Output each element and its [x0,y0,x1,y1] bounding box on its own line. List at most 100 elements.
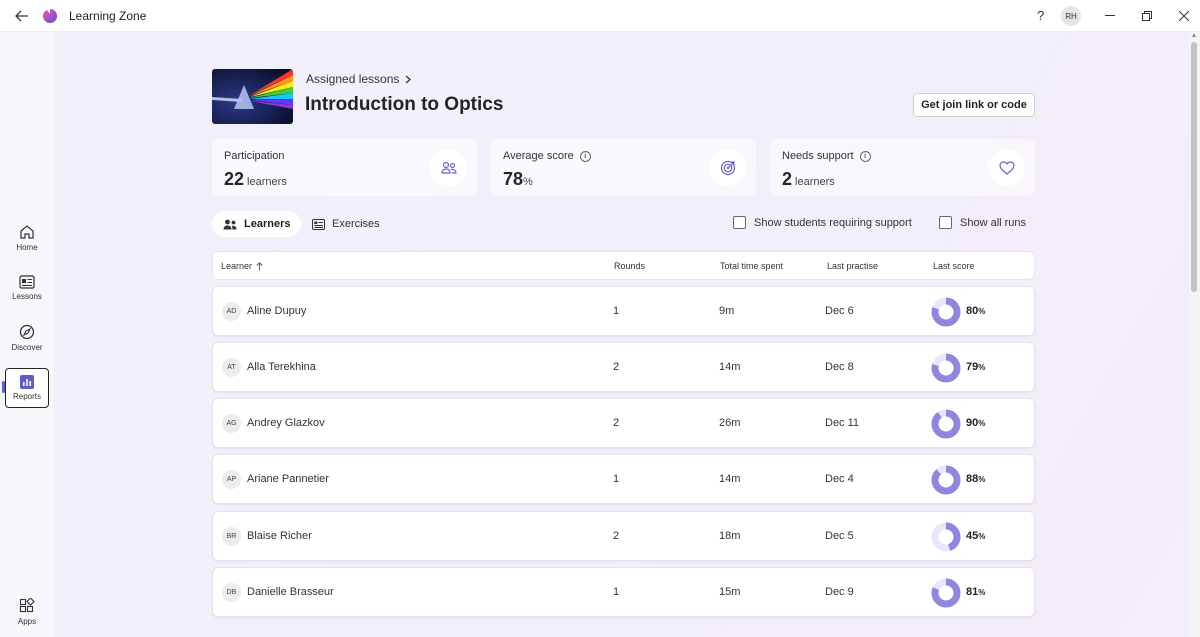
scroll-up-icon[interactable]: ▲ [1191,33,1197,39]
rounds-cell: 2 [613,417,620,429]
score-donut-chart [931,465,961,495]
stat-unit: learners [247,176,287,188]
score-number: 81 [966,586,979,598]
sidebar-item-label: Home [16,243,38,252]
time-cell: 14m [719,473,741,485]
stat-label-text: Participation [224,150,285,162]
score-unit: % [978,419,986,428]
last-practise-cell: Dec 6 [825,305,854,317]
restore-button[interactable] [1135,6,1159,26]
help-button[interactable]: ? [1037,8,1044,23]
table-row[interactable]: AD Aline Dupuy 1 9m Dec 6 80% [212,286,1035,336]
scrollbar[interactable]: ▲ [1189,32,1200,637]
filter-requiring-support[interactable]: Show students requiring support [733,216,912,229]
score-value: 81% [966,586,985,598]
checkbox[interactable] [733,216,746,229]
donut-center [938,472,954,488]
user-avatar[interactable]: RH [1061,6,1081,26]
exercises-icon [312,218,325,230]
column-header-rounds[interactable]: Rounds [614,261,645,271]
rounds-cell: 2 [613,361,620,373]
learner-name: Blaise Richer [247,530,312,542]
app-logo-icon [42,8,58,24]
checkbox[interactable] [939,216,952,229]
get-join-link-button[interactable]: Get join link or code [913,93,1035,117]
sidebar-item-lessons[interactable]: Lessons [5,268,49,308]
table-row[interactable]: AP Ariane Pannetier 1 14m Dec 4 88% [212,454,1035,504]
sidebar-item-home[interactable]: Home [5,218,49,258]
sort-ascending-icon [256,261,263,270]
table-row[interactable]: AG Andrey Glazkov 2 26m Dec 11 90% [212,398,1035,448]
table-row[interactable]: BR Blaise Richer 2 18m Dec 5 45% [212,511,1035,561]
filter-show-all-runs[interactable]: Show all runs [939,216,1026,229]
time-cell: 26m [719,417,741,429]
score-donut-chart [931,353,961,383]
score-number: 45 [966,530,979,542]
stat-number: 22 [224,169,245,189]
page-title: Introduction to Optics [305,94,504,115]
learner-avatar: DB [222,583,241,602]
sidebar-item-reports[interactable]: Reports [5,368,49,408]
sidebar: Home Lessons Discover Reports Apps [0,32,54,637]
app-title: Learning Zone [69,9,147,23]
rounds-cell: 1 [613,305,620,317]
info-icon[interactable]: i [579,150,591,162]
column-header-last-score[interactable]: Last score [933,261,975,271]
info-icon[interactable]: i [859,150,871,162]
score-number: 80 [966,305,979,317]
learner-avatar: AP [222,470,241,489]
close-button[interactable] [1172,6,1196,26]
checkbox-label[interactable]: Show students requiring support [754,217,912,229]
stat-label-text: Average score [503,150,574,162]
scroll-thumb[interactable] [1191,42,1197,292]
score-number: 79 [966,361,979,373]
sidebar-item-discover[interactable]: Discover [5,318,49,358]
score-donut-chart [931,409,961,439]
checkbox-label[interactable]: Show all runs [960,217,1026,229]
score-unit: % [978,363,986,372]
last-practise-cell: Dec 5 [825,530,854,542]
score-unit: % [978,307,986,316]
breadcrumb-label[interactable]: Assigned lessons [306,72,399,86]
last-practise-cell: Dec 8 [825,361,854,373]
learner-name: Alla Terekhina [247,361,316,373]
learner-avatar: BR [222,527,241,546]
tab-exercises[interactable]: Exercises [301,211,391,237]
rounds-cell: 2 [613,530,620,542]
stat-label-text: Needs support [782,150,854,162]
title-bar: Learning Zone ? RH [0,0,1200,32]
discover-icon [19,324,35,340]
tab-learners[interactable]: Learners [212,211,302,237]
lesson-thumbnail [212,69,293,124]
donut-center [938,360,954,376]
heart-icon [988,149,1025,186]
sidebar-item-label: Reports [12,392,41,401]
learner-avatar: AD [222,302,241,321]
score-unit: % [978,475,986,484]
rounds-cell: 1 [613,586,620,598]
reports-icon [20,375,34,389]
stat-value: 2 learners [782,169,835,190]
last-practise-cell: Dec 11 [825,417,860,429]
score-value: 90% [966,417,985,429]
back-arrow-icon[interactable] [12,7,32,25]
target-icon [709,149,746,186]
breadcrumb[interactable]: Assigned lessons [306,72,412,86]
last-practise-cell: Dec 9 [825,586,854,598]
minimize-button[interactable] [1098,6,1122,26]
stat-label: Participation [224,150,285,162]
table-row[interactable]: AT Alla Terekhina 2 14m Dec 8 79% [212,342,1035,392]
column-header-time[interactable]: Total time spent [720,261,783,271]
score-donut-chart [931,297,961,327]
learners-icon [223,219,237,229]
column-header-last-practise[interactable]: Last practise [827,261,878,271]
table-row[interactable]: DB Danielle Brasseur 1 15m Dec 9 81% [212,567,1035,617]
column-header-learner[interactable]: Learner [221,261,263,271]
learner-avatar: AT [222,358,241,377]
sidebar-item-apps[interactable]: Apps [5,592,49,632]
stat-label: Needs support i [782,150,871,162]
stat-unit: learners [795,176,835,188]
stat-card-needs-support: Needs support i 2 learners [770,139,1035,196]
apps-icon [19,598,35,613]
score-unit: % [978,588,986,597]
